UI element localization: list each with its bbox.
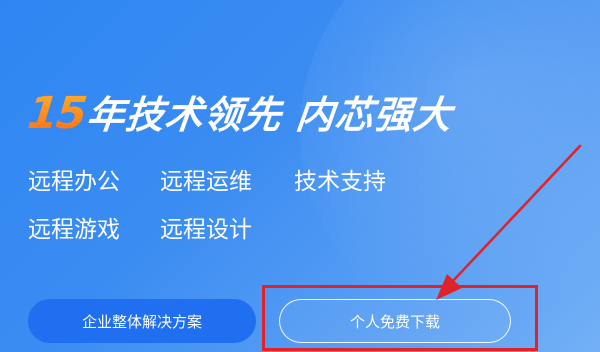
feature-item: 技术支持	[294, 169, 386, 195]
hero-banner: 15 年技术领先 内芯强大 远程办公 远程运维 技术支持 远程游戏 远程设计 企…	[0, 0, 600, 352]
enterprise-solution-button[interactable]: 企业整体解决方案	[28, 299, 256, 343]
hero-title: 15 年技术领先 内芯强大	[25, 84, 455, 139]
feature-item: 远程游戏	[28, 217, 120, 243]
enterprise-solution-label: 企业整体解决方案	[81, 312, 202, 331]
free-download-label: 个人免费下载	[349, 312, 440, 331]
title-number: 15	[25, 88, 88, 139]
feature-item: 远程运维	[160, 169, 252, 195]
feature-item: 远程办公	[28, 169, 120, 195]
free-download-button[interactable]: 个人免费下载	[279, 299, 511, 343]
title-text: 年技术领先 内芯强大	[84, 93, 455, 137]
feature-list: 远程办公 远程运维 技术支持 远程游戏 远程设计	[28, 168, 414, 244]
feature-item: 远程设计	[160, 217, 252, 243]
